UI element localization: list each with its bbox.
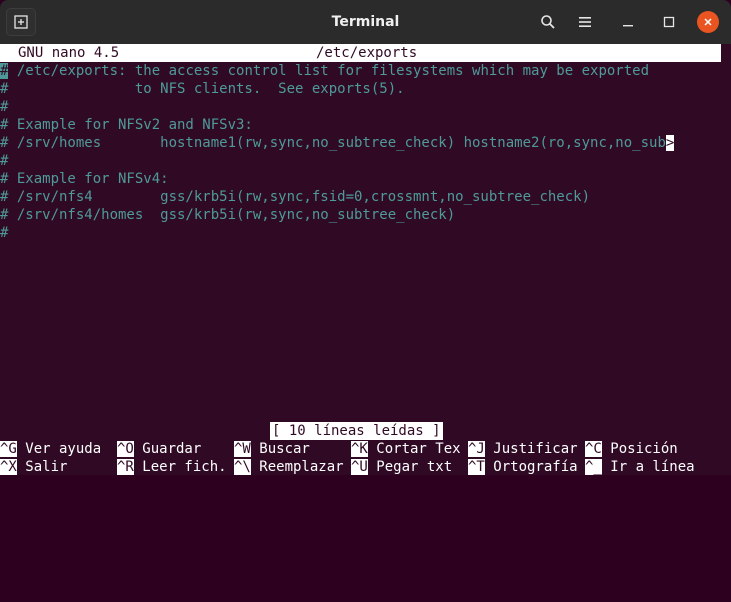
- shortcut-help[interactable]: ^G Ver ayuda: [0, 440, 101, 458]
- shortcut-cut[interactable]: ^K Cortar Tex: [351, 440, 461, 458]
- shortcut-search[interactable]: ^W Buscar: [234, 440, 310, 458]
- shortcut-position[interactable]: ^C Posición: [585, 440, 678, 458]
- close-button[interactable]: [697, 11, 719, 33]
- shortcut-exit[interactable]: ^X Salir: [0, 458, 67, 476]
- shortcut-paste[interactable]: ^U Pegar txt: [351, 458, 452, 476]
- editor-line[interactable]: # to NFS clients. See exports(5).: [0, 80, 405, 98]
- maximize-icon: [663, 16, 675, 28]
- shortcut-spell[interactable]: ^T Ortografía: [468, 458, 578, 476]
- line-overflow-marker: >: [665, 135, 675, 151]
- shortcut-bar-row-2: ^X Salir ^R Leer fich. ^\ Reemplazar ^U …: [0, 458, 695, 476]
- menu-button[interactable]: [571, 8, 599, 36]
- editor-line[interactable]: #: [0, 152, 8, 170]
- editor-line[interactable]: # /srv/homes hostname1(rw,sync,no_subtre…: [0, 134, 675, 152]
- nano-version: GNU nano 4.5: [18, 45, 120, 61]
- editor-line[interactable]: #: [0, 98, 8, 116]
- window-titlebar: Terminal: [0, 0, 731, 44]
- editor-line[interactable]: # /srv/nfs4 gss/krb5i(rw,sync,fsid=0,cro…: [0, 188, 590, 206]
- editor-line[interactable]: # /etc/exports: the access control list …: [0, 62, 649, 80]
- close-icon: [704, 18, 712, 26]
- nano-filename: /etc/exports: [316, 45, 418, 61]
- hamburger-menu-icon: [579, 17, 591, 27]
- editor-line[interactable]: # Example for NFSv2 and NFSv3:: [0, 116, 253, 134]
- nano-header-bar: GNU nano 4.5 /etc/exports: [0, 44, 721, 62]
- editor-line[interactable]: #: [0, 224, 8, 242]
- terminal-area[interactable]: GNU nano 4.5 /etc/exports # /etc/exports…: [0, 44, 731, 475]
- editor-line[interactable]: # /srv/nfs4/homes gss/krb5i(rw,sync,no_s…: [0, 206, 455, 224]
- minimize-button[interactable]: [614, 8, 642, 36]
- status-message: [ 10 líneas leídas ]: [270, 422, 443, 440]
- editor-line[interactable]: # Example for NFSv4:: [0, 170, 169, 188]
- shortcut-goto-line[interactable]: ^_ Ir a línea: [585, 458, 695, 476]
- shortcut-justify[interactable]: ^J Justificar: [468, 440, 578, 458]
- maximize-button[interactable]: [655, 8, 683, 36]
- shortcut-read-file[interactable]: ^R Leer fich.: [117, 458, 227, 476]
- shortcut-save[interactable]: ^O Guardar: [117, 440, 201, 458]
- minimize-icon: [623, 25, 633, 27]
- shortcut-bar-row-1: ^G Ver ayuda ^O Guardar ^W Buscar ^K Cor…: [0, 440, 678, 458]
- shortcut-replace[interactable]: ^\ Reemplazar: [234, 458, 344, 476]
- search-icon: [541, 15, 555, 29]
- search-button[interactable]: [534, 8, 562, 36]
